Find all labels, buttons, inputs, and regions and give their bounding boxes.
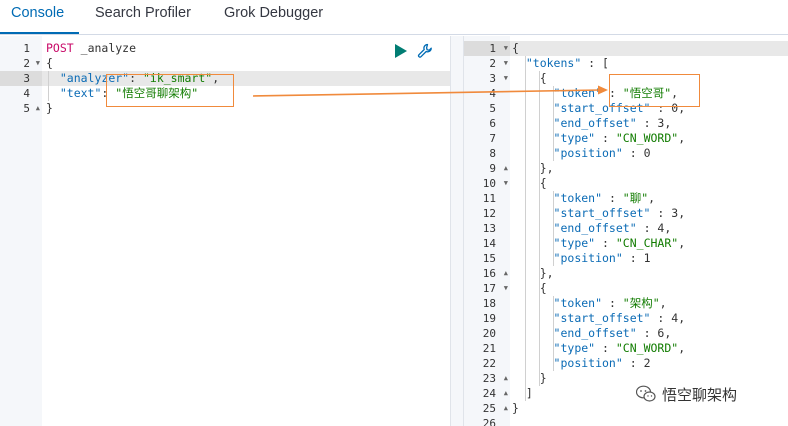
response-line: }, [539, 266, 554, 280]
response-line: "end_offset" : 4, [553, 221, 672, 235]
gutter-line: 20 [482, 327, 496, 340]
active-tab-indicator [0, 32, 79, 34]
fold-triangle-icon[interactable]: ▼ [36, 56, 40, 71]
response-line: "token" : "架构", [553, 296, 667, 310]
gutter-line: 1 [23, 42, 30, 55]
fold-triangle-icon[interactable]: ▲ [504, 386, 508, 401]
fold-triangle-icon[interactable]: ▼ [504, 56, 508, 71]
gutter-line: 13 [482, 222, 496, 235]
gutter-line: 3 [23, 72, 30, 85]
gutter-line: 1 ▼ [464, 41, 510, 56]
gutter-line: 12 [482, 207, 496, 220]
request-line: POST _analyze [46, 41, 136, 56]
panel-resize-handle[interactable] [450, 36, 464, 426]
indent-guide [553, 86, 554, 161]
gutter-line: 17 ▼ [482, 281, 508, 296]
gutter-line: 19 [482, 312, 496, 325]
app-tabs: Console Search Profiler Grok Debugger [0, 0, 788, 35]
gutter-line: 5 [489, 102, 496, 115]
annotation-box-output [609, 74, 700, 107]
response-line: "end_offset" : 6, [553, 326, 672, 340]
fold-triangle-icon[interactable]: ▲ [36, 101, 40, 116]
fold-triangle-icon[interactable]: ▲ [504, 401, 508, 416]
gutter-line: 3 ▼ [489, 71, 508, 86]
response-line: "start_offset" : 4, [553, 311, 686, 325]
gutter-line: 18 [482, 297, 496, 310]
play-icon[interactable] [395, 44, 407, 58]
response-line: "position" : 1 [553, 251, 651, 265]
indent-guide [525, 56, 526, 401]
http-method: POST [46, 41, 74, 55]
gutter-line: 9 ▲ [489, 161, 508, 176]
gutter-line: 26 [482, 417, 496, 426]
response-line: "type" : "CN_CHAR", [553, 236, 686, 250]
response-line: { [539, 281, 547, 295]
response-line: } [539, 371, 547, 385]
indent-guide [553, 296, 554, 371]
response-line: { [539, 71, 547, 85]
gutter-line: 7 [489, 132, 496, 145]
response-line: "end_offset" : 3, [553, 116, 672, 130]
fold-triangle-icon[interactable]: ▲ [504, 371, 508, 386]
gutter-line: 15 [482, 252, 496, 265]
response-line: "token" : "聊", [553, 191, 656, 205]
response-line: ] [525, 386, 533, 400]
fold-triangle-icon[interactable]: ▼ [504, 41, 508, 56]
indent-guide [553, 191, 554, 266]
request-line: { [46, 56, 53, 70]
gutter-line: 5 ▲ [23, 101, 40, 116]
fold-triangle-icon[interactable]: ▼ [504, 281, 508, 296]
fold-triangle-icon[interactable]: ▲ [504, 161, 508, 176]
gutter-line: 2 ▼ [23, 56, 40, 71]
gutter-line: 8 [489, 147, 496, 160]
request-endpoint: _analyze [80, 41, 137, 55]
request-line: } [46, 101, 53, 115]
request-gutter: 1 2 ▼ 3 4 5 ▲ [0, 36, 42, 426]
response-line: "position" : 2 [553, 356, 651, 370]
gutter-line: 4 [489, 87, 496, 100]
response-line: "tokens" : [ [525, 56, 609, 70]
response-line: { [512, 41, 519, 55]
tab-grok-debugger[interactable]: Grok Debugger [224, 5, 323, 21]
response-line: { [539, 176, 547, 190]
response-line: "start_offset" : 3, [553, 206, 686, 220]
wrench-icon[interactable] [417, 43, 433, 59]
annotation-box-input [106, 74, 234, 107]
gutter-line: 16 ▲ [482, 266, 508, 281]
indent-guide [539, 71, 540, 386]
gutter-line: 25 ▲ [482, 401, 508, 416]
tab-console[interactable]: Console [11, 5, 64, 21]
response-line: "position" : 0 [553, 146, 651, 160]
gutter-line: 4 [23, 87, 30, 100]
gutter-line: 11 [482, 192, 496, 205]
tab-search-profiler[interactable]: Search Profiler [95, 5, 191, 21]
gutter-line: 2 ▼ [489, 56, 508, 71]
wechat-logo-icon [636, 385, 656, 402]
gutter-line: 6 [489, 117, 496, 130]
fold-triangle-icon[interactable]: ▼ [504, 71, 508, 86]
fold-triangle-icon[interactable]: ▼ [504, 176, 508, 191]
gutter-line: 21 [482, 342, 496, 355]
response-gutter: 1 ▼ 2 ▼ 3 ▼ 4 5 6 7 8 9 ▲ 10 ▼ 11 12 13 14 15 16 ▲ 17 ▼ 18 19 20 21… [464, 36, 510, 426]
gutter-line: 23 ▲ [482, 371, 508, 386]
fold-triangle-icon[interactable]: ▲ [504, 266, 508, 281]
active-line-highlight [510, 41, 788, 56]
gutter-line: 10 ▼ [482, 176, 508, 191]
gutter-line: 22 [482, 357, 496, 370]
watermark: 悟空聊架构 [636, 383, 737, 405]
response-line: "type" : "CN_WORD", [553, 341, 686, 355]
gutter-line: 24 ▲ [482, 386, 508, 401]
watermark-text: 悟空聊架构 [662, 385, 738, 404]
response-line: }, [539, 161, 554, 175]
response-line: "type" : "CN_WORD", [553, 131, 686, 145]
response-line: } [512, 401, 519, 415]
gutter-line: 14 [482, 237, 496, 250]
